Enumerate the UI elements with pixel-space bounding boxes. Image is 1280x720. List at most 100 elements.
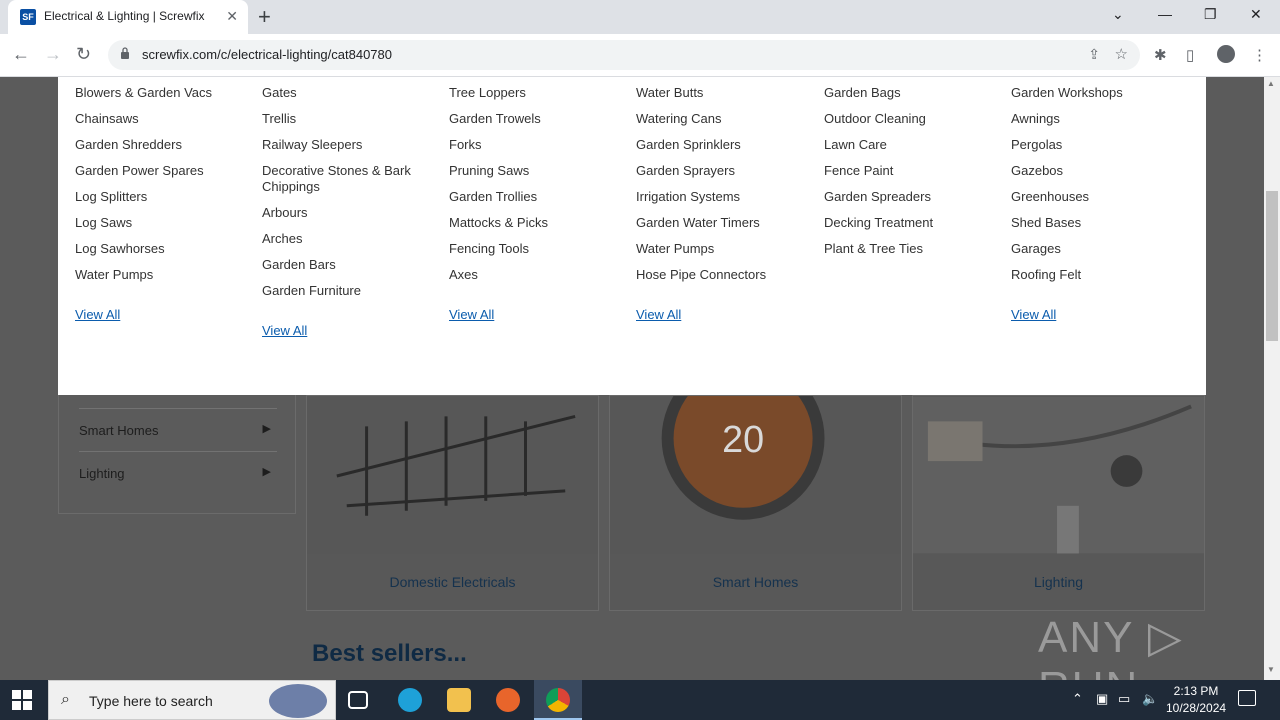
chrome-taskbar-button[interactable] xyxy=(534,680,582,720)
menu-link[interactable]: Garden Shredders xyxy=(75,137,255,153)
menu-link[interactable]: Outdoor Cleaning xyxy=(824,111,1004,127)
menu-link[interactable]: Awnings xyxy=(1011,111,1191,127)
menu-link[interactable]: Garden Furniture xyxy=(262,283,432,299)
reload-icon[interactable]: ↻ xyxy=(76,44,91,65)
menu-link[interactable]: Gazebos xyxy=(1011,163,1191,179)
menu-link[interactable]: Chainsaws xyxy=(75,111,255,127)
tab-title: Electrical & Lighting | Screwfix xyxy=(44,9,205,23)
share-icon[interactable]: ⇪ xyxy=(1088,46,1100,63)
menu-link[interactable]: Garden Water Timers xyxy=(636,215,816,231)
close-window-button[interactable]: ✕ xyxy=(1250,6,1262,23)
sidebar-item-smart-homes[interactable]: Smart Homes ▶ xyxy=(79,408,277,451)
sidebar-item-lighting[interactable]: Lighting ▶ xyxy=(79,451,277,494)
screwfix-favicon-icon: SF xyxy=(20,9,36,25)
notification-icon[interactable] xyxy=(1238,690,1256,706)
menu-link[interactable]: Tree Loppers xyxy=(449,85,629,101)
menu-link[interactable]: Garden Sprinklers xyxy=(636,137,816,153)
menu-link[interactable]: Shed Bases xyxy=(1011,215,1191,231)
bookmark-star-icon[interactable]: ☆ xyxy=(1115,45,1128,63)
volume-icon[interactable]: 🔈 xyxy=(1142,691,1158,707)
menu-link[interactable]: Decorative Stones & Bark Chippings xyxy=(262,163,432,195)
category-card-smart-homes[interactable]: 20 Smart Homes xyxy=(609,395,902,611)
menu-link[interactable]: Fencing Tools xyxy=(449,241,629,257)
menu-link[interactable]: Garden Sprayers xyxy=(636,163,816,179)
menu-link[interactable]: Log Splitters xyxy=(75,189,255,205)
menu-link[interactable]: Decking Treatment xyxy=(824,215,1004,231)
menu-link[interactable]: Trellis xyxy=(262,111,432,127)
edge-icon[interactable] xyxy=(398,688,422,712)
menu-link[interactable]: Garden Workshops xyxy=(1011,85,1191,101)
menu-link[interactable]: Forks xyxy=(449,137,629,153)
taskbar-search[interactable]: ⌕ Type here to search xyxy=(48,680,336,720)
scrollbar-thumb[interactable] xyxy=(1266,191,1278,341)
menu-link[interactable]: Water Pumps xyxy=(75,267,255,283)
view-all-link[interactable]: View All xyxy=(75,307,120,322)
menu-column: Garden Workshops Awnings Pergolas Gazebo… xyxy=(1011,85,1191,322)
page-scrollbar[interactable]: ▲ ▼ xyxy=(1264,77,1280,680)
search-placeholder: Type here to search xyxy=(89,693,213,709)
tray-chevron-icon[interactable]: ⌃ xyxy=(1072,691,1083,707)
view-all-link[interactable]: View All xyxy=(1011,307,1056,322)
windows-start-icon[interactable] xyxy=(12,690,32,710)
view-all-link[interactable]: View All xyxy=(636,307,681,322)
menu-link[interactable]: Axes xyxy=(449,267,629,283)
forward-icon[interactable]: → xyxy=(44,44,62,65)
scroll-down-arrow-icon[interactable]: ▼ xyxy=(1267,665,1275,674)
address-bar[interactable]: screwfix.com/c/electrical-lighting/cat84… xyxy=(108,40,1140,70)
menu-link[interactable]: Water Pumps xyxy=(636,241,816,257)
lock-icon xyxy=(121,47,129,59)
menu-link[interactable]: Arches xyxy=(262,231,432,247)
menu-link[interactable]: Garden Trowels xyxy=(449,111,629,127)
menu-link[interactable]: Log Sawhorses xyxy=(75,241,255,257)
meet-now-icon[interactable]: ▣ xyxy=(1096,691,1108,707)
menu-link[interactable]: Fence Paint xyxy=(824,163,1004,179)
menu-kebab-icon[interactable]: ⋮ xyxy=(1252,46,1267,64)
menu-link[interactable]: Mattocks & Picks xyxy=(449,215,629,231)
task-view-icon[interactable] xyxy=(348,691,368,709)
menu-link[interactable]: Lawn Care xyxy=(824,137,1004,153)
sidebar-item-label: Smart Homes xyxy=(79,423,159,438)
new-tab-button[interactable]: + xyxy=(258,4,271,30)
extensions-icon[interactable]: ✱ xyxy=(1154,46,1167,64)
back-icon[interactable]: ← xyxy=(12,44,30,65)
menu-link[interactable]: Garden Spreaders xyxy=(824,189,1004,205)
view-all-link[interactable]: View All xyxy=(262,323,307,338)
menu-link[interactable]: Garden Power Spares xyxy=(75,163,255,179)
side-panel-icon[interactable]: ▯ xyxy=(1186,46,1194,64)
file-explorer-icon[interactable] xyxy=(447,688,471,712)
menu-link[interactable]: Garden Bars xyxy=(262,257,432,273)
menu-link[interactable]: Watering Cans xyxy=(636,111,816,127)
menu-link[interactable]: Garden Trollies xyxy=(449,189,629,205)
profile-avatar-icon[interactable] xyxy=(1217,45,1235,63)
firefox-icon[interactable] xyxy=(496,688,520,712)
menu-link[interactable]: Hose Pipe Connectors xyxy=(636,267,816,283)
category-card-domestic-electricals[interactable]: Domestic Electricals xyxy=(306,395,599,611)
menu-link[interactable]: Irrigation Systems xyxy=(636,189,816,205)
menu-link[interactable]: Pergolas xyxy=(1011,137,1191,153)
minimize-button[interactable]: — xyxy=(1158,6,1172,22)
view-all-link[interactable]: View All xyxy=(449,307,494,322)
menu-link[interactable]: Water Butts xyxy=(636,85,816,101)
scroll-up-arrow-icon[interactable]: ▲ xyxy=(1267,79,1275,88)
network-icon[interactable]: ▭ xyxy=(1118,691,1130,707)
browser-tab[interactable]: SF Electrical & Lighting | Screwfix ✕ xyxy=(8,0,248,34)
url-text[interactable]: screwfix.com/c/electrical-lighting/cat84… xyxy=(142,47,392,62)
menu-link[interactable]: Log Saws xyxy=(75,215,255,231)
tab-close-icon[interactable]: ✕ xyxy=(226,8,238,25)
menu-link[interactable]: Garages xyxy=(1011,241,1191,257)
menu-link[interactable]: Plant & Tree Ties xyxy=(824,241,1004,257)
menu-link[interactable]: Blowers & Garden Vacs xyxy=(75,85,255,101)
menu-link[interactable]: Arbours xyxy=(262,205,432,221)
taskbar-clock[interactable]: 2:13 PM 10/28/2024 xyxy=(1166,683,1226,717)
category-card-lighting[interactable]: Lighting xyxy=(912,395,1205,611)
menu-link[interactable]: Roofing Felt xyxy=(1011,267,1191,283)
restore-button[interactable]: ❐ xyxy=(1204,6,1217,23)
chrome-icon xyxy=(546,688,570,712)
menu-link[interactable]: Railway Sleepers xyxy=(262,137,432,153)
menu-link[interactable]: Greenhouses xyxy=(1011,189,1191,205)
menu-link[interactable]: Garden Bags xyxy=(824,85,1004,101)
menu-link[interactable]: Gates xyxy=(262,85,432,101)
menu-link[interactable]: Pruning Saws xyxy=(449,163,629,179)
tab-search-icon[interactable]: ⌄ xyxy=(1112,6,1124,23)
mega-menu-dropdown: Blowers & Garden Vacs Chainsaws Garden S… xyxy=(58,77,1206,395)
